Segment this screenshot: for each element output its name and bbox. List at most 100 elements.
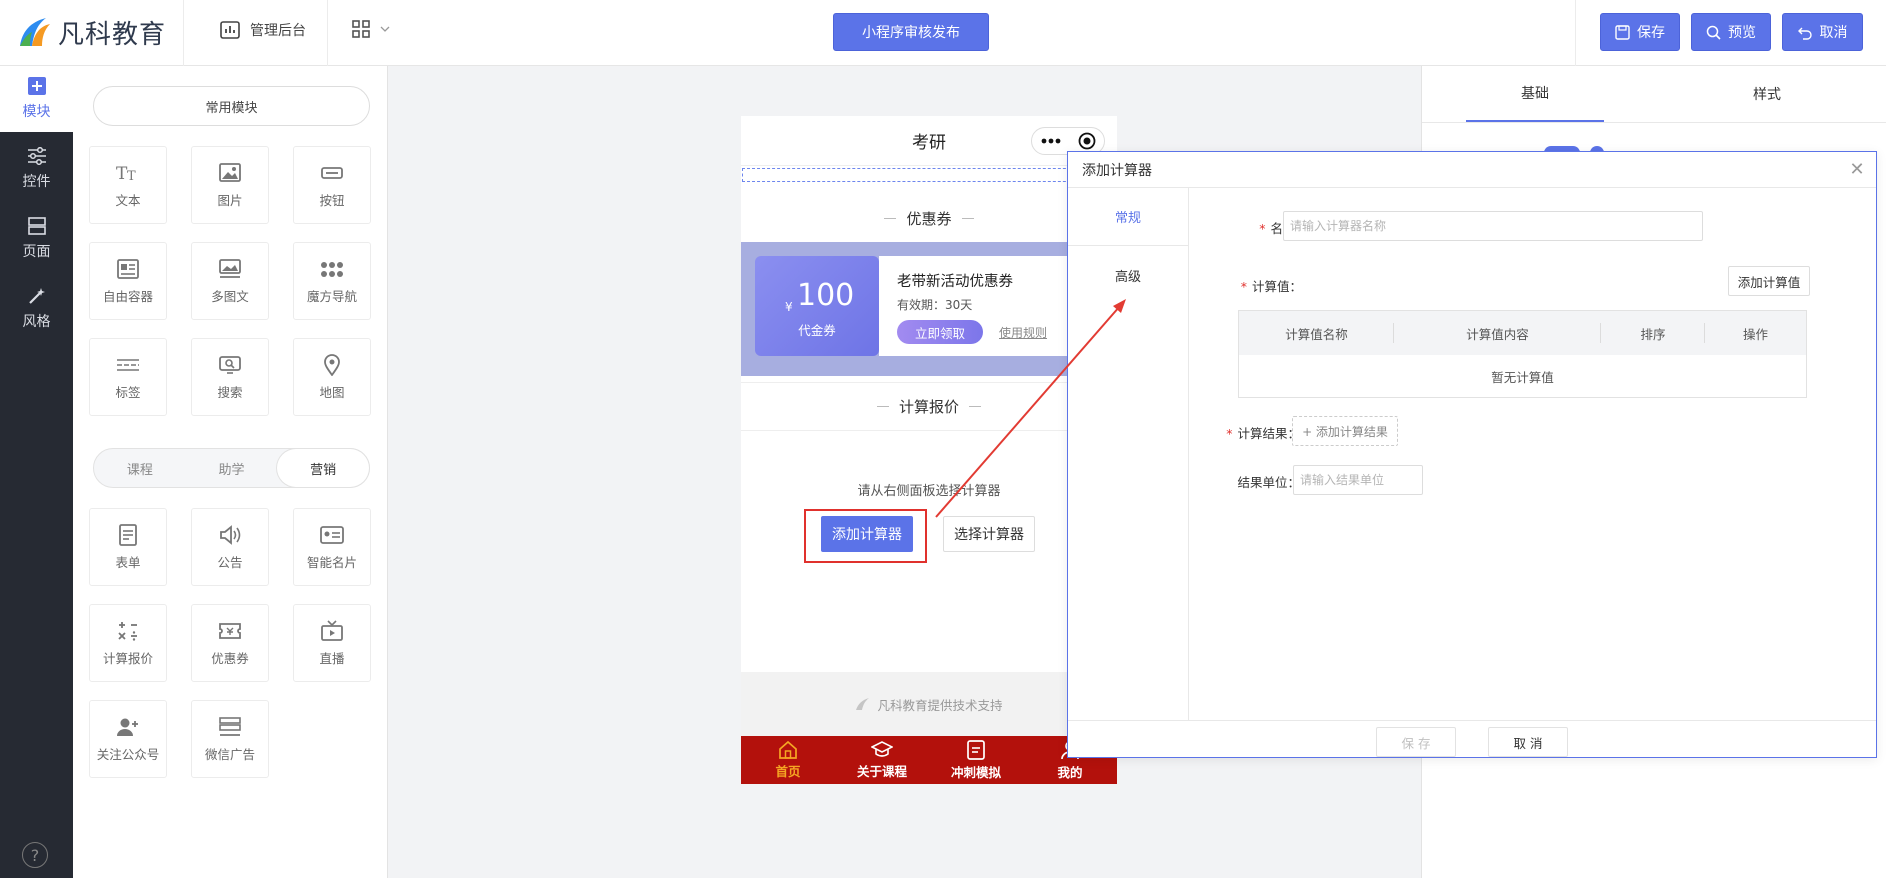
top-bar: 凡科教育 管理后台 小程序审核发布 保存 预览 取消 <box>0 0 1886 66</box>
preview-button[interactable]: 预览 <box>1691 13 1771 51</box>
magic-wand-icon <box>28 288 45 304</box>
module-multi-image[interactable]: 多图文 <box>191 242 269 320</box>
coupon-section-label: 优惠券 <box>906 210 952 228</box>
coupon-section-title: 优惠券 <box>741 208 1117 229</box>
module-label: 公告 <box>217 554 243 570</box>
dialog-header: 添加计算器 ✕ <box>1068 152 1876 188</box>
cancel-label: 取消 <box>1819 25 1848 41</box>
logo-mark-icon <box>16 14 52 50</box>
coupon-rules-link[interactable]: 使用规则 <box>999 324 1047 341</box>
help-icon[interactable]: ? <box>22 842 48 868</box>
sidenav-item-label: 页面 <box>22 244 51 260</box>
card-icon <box>320 525 344 544</box>
dialog-save-button[interactable]: 保 存 <box>1376 727 1456 757</box>
table-header-cell: 计算值名称 <box>1239 311 1394 355</box>
sidenav-item-style[interactable]: 风格 <box>0 276 73 342</box>
tab-study-aids[interactable]: 助学 <box>186 449 278 487</box>
select-calculator-button[interactable]: 选择计算器 <box>943 516 1035 552</box>
apps-menu[interactable] <box>352 20 390 38</box>
save-button[interactable]: 保存 <box>1600 13 1680 51</box>
add-calculator-button[interactable]: 添加计算器 <box>821 516 913 552</box>
publish-button[interactable]: 小程序审核发布 <box>833 13 989 51</box>
sidenav-item-label: 风格 <box>22 314 51 330</box>
header-text: 排序 <box>1640 326 1666 342</box>
module-label: 计算报价 <box>102 650 153 666</box>
module-form[interactable]: 表单 <box>89 508 167 586</box>
chevron-down-icon <box>380 26 390 32</box>
target-close-icon[interactable] <box>1078 132 1096 150</box>
module-label: 图片 <box>217 192 243 208</box>
result-unit-input[interactable] <box>1293 465 1423 495</box>
tabbar-label: 冲刺模拟 <box>950 764 1001 780</box>
tabbar-label: 首页 <box>775 763 801 779</box>
module-tag[interactable]: 标签 <box>89 338 167 416</box>
module-wechat-ad[interactable]: 微信广告 <box>191 700 269 778</box>
page-title: 考研 <box>912 133 946 153</box>
calc-section-label: 计算报价 <box>898 398 959 416</box>
coupon-type: 代金券 <box>798 323 836 338</box>
module-button[interactable]: 按钮 <box>293 146 371 224</box>
support-text: 凡科教育提供技术支持 <box>877 697 1003 713</box>
svg-text:T: T <box>127 169 136 184</box>
pages-icon <box>27 217 46 235</box>
module-magic-nav[interactable]: 魔方导航 <box>293 242 371 320</box>
module-smart-card[interactable]: 智能名片 <box>293 508 371 586</box>
module-image[interactable]: 图片 <box>191 146 269 224</box>
dialog-tab-advanced[interactable]: 高级 <box>1068 246 1188 304</box>
form-icon <box>119 523 137 546</box>
module-coupon[interactable]: 优惠券 <box>191 604 269 682</box>
module-label: 多图文 <box>211 288 249 304</box>
module-map[interactable]: 地图 <box>293 338 371 416</box>
add-result-button[interactable]: + 添加计算结果 <box>1292 416 1398 446</box>
tabbar-item-about-courses[interactable]: 关于课程 <box>835 736 929 784</box>
selected-module-outline[interactable] <box>742 168 1116 182</box>
brand-logo[interactable]: 凡科教育 <box>16 12 166 52</box>
common-modules-header[interactable]: 常用模块 <box>93 86 370 126</box>
topbar-divider <box>183 0 184 66</box>
dots-grid-icon <box>321 261 343 277</box>
phone-header: 考研 <box>741 116 1117 166</box>
tab-courses[interactable]: 课程 <box>94 449 186 487</box>
coupon-module[interactable]: ¥ 100 代金券 老带新活动优惠券 有效期：30天 立即领取 使用规则 <box>741 242 1117 376</box>
claim-coupon-button[interactable]: 立即领取 <box>897 320 983 344</box>
dialog-tab-general[interactable]: 常规 <box>1068 188 1188 246</box>
more-dots-icon[interactable] <box>1041 138 1061 144</box>
table-header-cell: 计算值内容 <box>1394 311 1601 355</box>
module-search[interactable]: 搜索 <box>191 338 269 416</box>
speaker-icon <box>220 524 241 545</box>
module-live[interactable]: 直播 <box>293 604 371 682</box>
apps-grid-icon <box>352 20 370 38</box>
result-label: * 计算结果： <box>1226 426 1300 441</box>
tab-style[interactable]: 样式 <box>1698 66 1836 122</box>
close-icon[interactable]: ✕ <box>1846 158 1868 180</box>
module-label: 自由容器 <box>102 288 153 304</box>
module-text[interactable]: TT 文本 <box>89 146 167 224</box>
tv-icon <box>321 619 343 641</box>
dialog-cancel-button[interactable]: 取 消 <box>1488 727 1568 757</box>
home-icon <box>779 740 797 759</box>
module-free-container[interactable]: 自由容器 <box>89 242 167 320</box>
tab-marketing[interactable]: 营销 <box>277 449 370 487</box>
module-follow-account[interactable]: 关注公众号 <box>89 700 167 778</box>
values-table: 计算值名称 计算值内容 排序 操作 暂无计算值 <box>1238 310 1807 398</box>
title-dash <box>969 406 981 407</box>
tabbar-item-home[interactable]: 首页 <box>741 736 835 784</box>
cancel-button[interactable]: 取消 <box>1782 13 1863 51</box>
result-label-text: 计算结果： <box>1237 426 1300 441</box>
undo-icon <box>1797 27 1812 40</box>
image-icon <box>219 162 241 182</box>
chart-bars-icon <box>220 21 240 39</box>
sidenav-item-controls[interactable]: 控件 <box>0 136 73 202</box>
add-value-button[interactable]: 添加计算值 <box>1728 266 1810 296</box>
notebook-icon <box>967 739 985 760</box>
sidenav-item-modules[interactable]: 模块 <box>0 66 73 132</box>
admin-link[interactable]: 管理后台 <box>220 20 306 40</box>
module-calculator[interactable]: 计算报价 <box>89 604 167 682</box>
module-announcement[interactable]: 公告 <box>191 508 269 586</box>
sidenav-item-pages[interactable]: 页面 <box>0 206 73 272</box>
tabbar-item-mock-exam[interactable]: 冲刺模拟 <box>929 736 1023 784</box>
calculator-name-input[interactable] <box>1283 211 1703 241</box>
tab-basic[interactable]: 基础 <box>1466 66 1604 122</box>
coupon-currency: ¥ <box>785 300 793 314</box>
tab-underline <box>1422 122 1886 123</box>
